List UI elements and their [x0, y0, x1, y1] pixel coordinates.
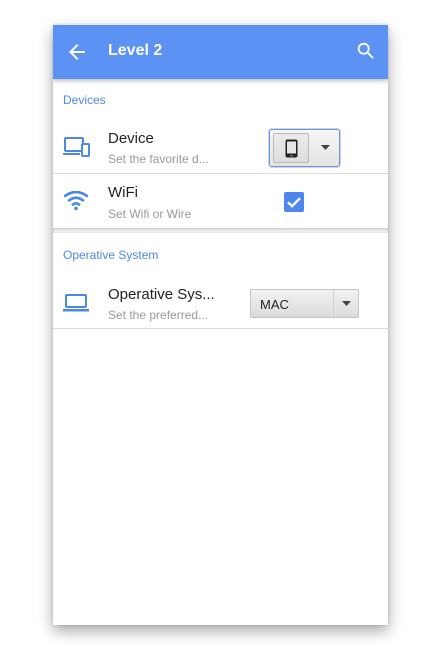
- device-select-option: [273, 133, 309, 163]
- search-button[interactable]: [355, 40, 377, 62]
- device-select[interactable]: [269, 129, 340, 167]
- select-separator: [333, 290, 334, 317]
- check-icon: [287, 197, 301, 208]
- os-select[interactable]: MAC: [250, 289, 359, 318]
- arrow-back-icon: [69, 44, 85, 60]
- laptop-icon: [63, 294, 89, 312]
- wifi-subtitle: Set Wifi or Wire: [108, 207, 192, 221]
- back-button[interactable]: [65, 40, 89, 64]
- wifi-checkbox[interactable]: [284, 192, 304, 212]
- os-subtitle: Set the preferred...: [108, 308, 209, 322]
- os-title: Operative Sys...: [108, 286, 215, 303]
- divider: [53, 328, 388, 329]
- chevron-down-icon: [321, 145, 330, 150]
- app-window: Level 2 Devices Device Set the favorite …: [53, 25, 388, 625]
- device-title: Device: [108, 130, 154, 147]
- wifi-icon: [64, 191, 88, 211]
- device-subtitle: Set the favorite d...: [108, 152, 209, 166]
- devices-icon: [63, 137, 90, 157]
- app-bar: Level 2: [53, 25, 388, 79]
- section-separator: [53, 228, 388, 233]
- smartphone-icon: [285, 139, 298, 158]
- section-header-os: Operative System: [63, 248, 159, 262]
- search-icon: [357, 42, 374, 59]
- os-select-value: MAC: [260, 297, 289, 312]
- section-header-devices: Devices: [63, 93, 106, 107]
- divider: [53, 173, 388, 174]
- page-title: Level 2: [108, 42, 163, 59]
- chevron-down-icon: [342, 301, 351, 306]
- wifi-title: WiFi: [108, 184, 138, 201]
